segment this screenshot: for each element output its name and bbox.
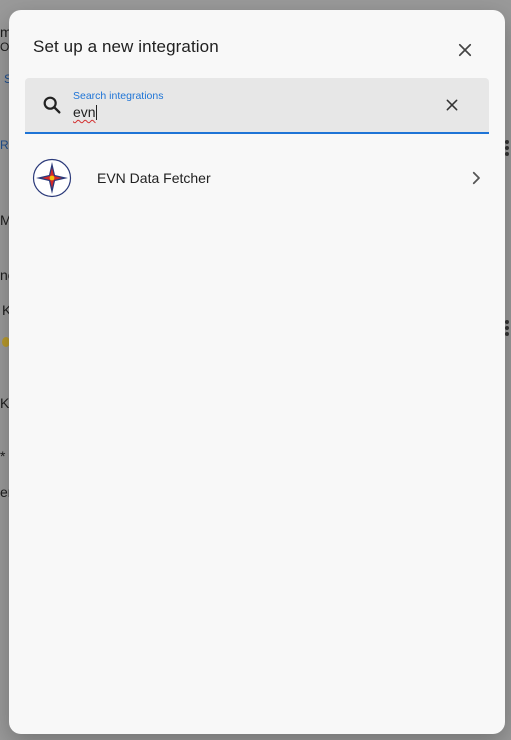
- bg-overflow-menu-icon: [505, 138, 511, 158]
- compass-star-icon: [32, 158, 72, 198]
- clear-icon: [446, 99, 458, 111]
- close-button[interactable]: [449, 34, 481, 66]
- bg-overflow-menu-icon: [505, 318, 511, 338]
- search-label: Search integrations: [73, 90, 164, 102]
- integration-list-item[interactable]: EVN Data Fetcher: [9, 150, 505, 206]
- bg-fragment: *: [0, 448, 6, 464]
- search-field[interactable]: Search integrations evn: [25, 78, 489, 134]
- integration-name: EVN Data Fetcher: [97, 170, 211, 186]
- add-integration-dialog: Set up a new integration Search integrat…: [9, 10, 505, 734]
- search-icon: [43, 96, 61, 114]
- chevron-right-icon: [472, 171, 480, 185]
- search-input[interactable]: evn: [73, 104, 96, 120]
- clear-search-button[interactable]: [441, 94, 463, 116]
- dialog-title: Set up a new integration: [33, 37, 219, 56]
- close-icon: [458, 43, 472, 57]
- text-caret: [96, 105, 97, 120]
